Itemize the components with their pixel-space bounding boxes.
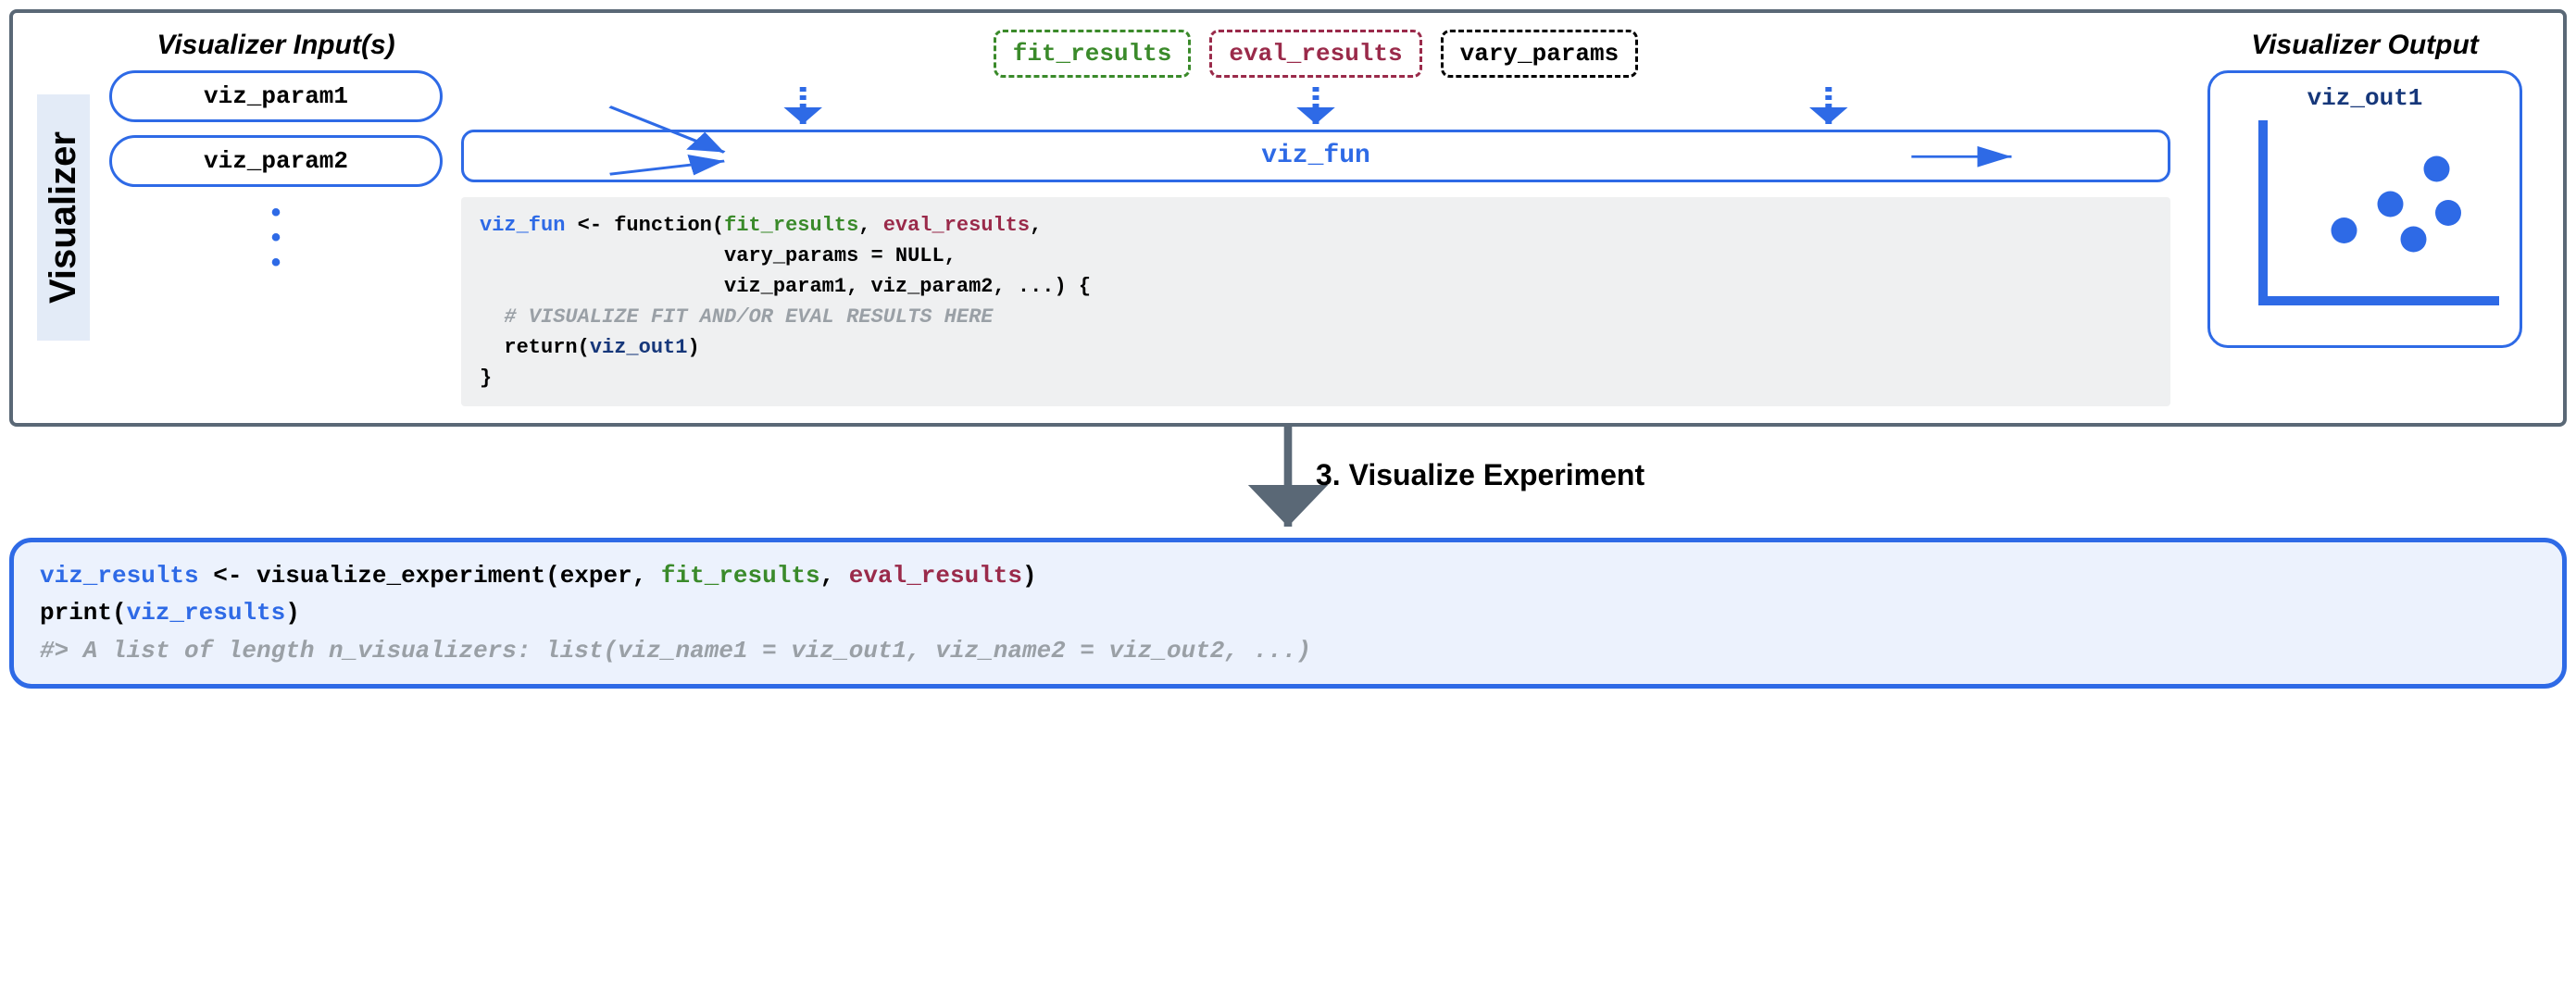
code-line: }: [480, 367, 492, 390]
code-token: viz_out1: [590, 336, 688, 359]
code-token: <- visualize_experiment(exper,: [199, 562, 661, 590]
center-column: fit_results eval_results vary_params viz…: [461, 30, 2170, 406]
code-token: print(: [40, 599, 127, 627]
code-token: ,: [858, 214, 882, 237]
code-token: ,: [820, 562, 849, 590]
code-token: ): [687, 336, 699, 359]
code-token: eval_results: [849, 562, 1022, 590]
dash-arrows: [461, 87, 2170, 130]
code-token: ,: [1030, 214, 1042, 237]
dashed-row: fit_results eval_results vary_params: [461, 30, 2170, 78]
side-label: Visualizer: [37, 94, 90, 341]
code-token: eval_results: [883, 214, 1030, 237]
code-token: <- function(: [565, 214, 724, 237]
visualize-experiment-code: viz_results <- visualize_experiment(expe…: [9, 538, 2567, 689]
visualizer-panel: Visualizer Visualizer Input(s) viz_param…: [9, 9, 2567, 427]
code-line: viz_param1, viz_param2, ...) {: [480, 275, 1091, 298]
viz-fun-code: viz_fun <- function(fit_results, eval_re…: [461, 197, 2170, 406]
eval-results-box: eval_results: [1209, 30, 1421, 78]
code-token: return(: [480, 336, 590, 359]
columns: Visualizer Input(s) viz_param1 viz_param…: [109, 30, 2541, 406]
ellipsis-dots: •••: [109, 200, 443, 275]
viz-fun-box: viz_fun: [461, 130, 2170, 182]
inputs-heading: Visualizer Input(s): [109, 30, 443, 61]
input-param: viz_param1: [109, 70, 443, 122]
input-param: viz_param2: [109, 135, 443, 187]
step-label: 3. Visualize Experiment: [1316, 458, 1644, 492]
code-token: viz_fun: [480, 214, 565, 237]
side-label-wrap: Visualizer: [35, 30, 91, 406]
params-stack: viz_param1 viz_param2 •••: [109, 70, 443, 275]
code-token: fit_results: [724, 214, 858, 237]
code-token: ): [285, 599, 300, 627]
inputs-column: Visualizer Input(s) viz_param1 viz_param…: [109, 30, 443, 275]
output-heading: Visualizer Output: [2251, 30, 2479, 61]
code-token: viz_results: [40, 562, 199, 590]
scatter-plot-icon: [2226, 116, 2504, 329]
vary-params-box: vary_params: [1441, 30, 1639, 78]
fit-results-box: fit_results: [994, 30, 1192, 78]
connector-down: 3. Visualize Experiment: [9, 427, 2567, 538]
code-comment: # VISUALIZE FIT AND/OR EVAL RESULTS HERE: [480, 305, 994, 329]
code-token: ): [1022, 562, 1037, 590]
code-comment: #> A list of length n_visualizers: list(…: [40, 637, 1311, 665]
code-line: vary_params = NULL,: [480, 244, 957, 267]
code-token: fit_results: [661, 562, 820, 590]
output-box: viz_out1: [2207, 70, 2522, 348]
output-column: Visualizer Output viz_out1: [2189, 30, 2541, 348]
output-label: viz_out1: [2307, 84, 2423, 112]
code-token: viz_results: [127, 599, 286, 627]
